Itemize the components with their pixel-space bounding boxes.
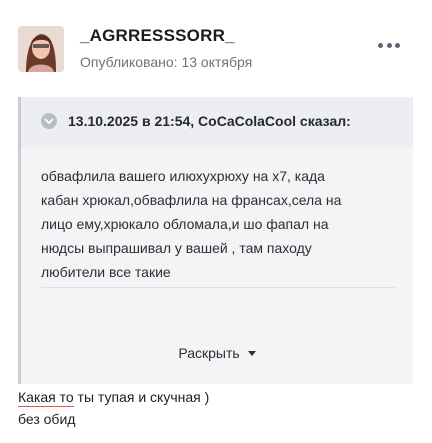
expand-button[interactable]: Раскрыть <box>21 345 413 361</box>
spell-marked-text: Какая то <box>18 389 74 407</box>
quote-header: 13.10.2025 в 21:54, CoCaColaCool сказал: <box>21 97 413 147</box>
more-dot <box>378 42 383 48</box>
more-dot <box>386 42 392 48</box>
quote-line: нюдсы выпрашивал у вашей , там паходу <box>41 240 312 256</box>
quote-block: 13.10.2025 в 21:54, CoCaColaCool сказал:… <box>18 97 413 384</box>
reply-line-2: без обид <box>18 411 76 427</box>
quote-fade <box>21 287 413 347</box>
avatar[interactable] <box>18 26 64 72</box>
author-name[interactable]: _AGRRESSSORR_ <box>80 26 235 46</box>
caret-down-icon <box>247 350 256 356</box>
quote-line: любители все такие <box>41 264 171 280</box>
reply-line-1: Какая то ты тупая и скучная ) <box>18 386 209 408</box>
quote-citation[interactable]: 13.10.2025 в 21:54, CoCaColaCool сказал: <box>68 113 351 129</box>
more-options-icon[interactable] <box>378 38 400 52</box>
avatar-image <box>18 26 64 72</box>
quote-chevron-icon[interactable] <box>41 113 57 129</box>
quote-line: обвафлила вашего илюхухрюху на х7, када <box>41 168 325 184</box>
published-label: Опубликовано: <box>80 54 178 70</box>
quote-line: кабан хрюкал,обвафлила на франсах,села н… <box>41 192 342 208</box>
expand-label: Раскрыть <box>178 345 240 361</box>
published-date: 13 октября <box>181 54 253 70</box>
post-meta: Опубликовано: 13 октября <box>80 54 252 70</box>
reply-line-1-rest: ты тупая и скучная ) <box>73 389 210 405</box>
post-header: _AGRRESSSORR_ Опубликовано: 13 октября <box>18 26 414 74</box>
reply-text: Какая то ты тупая и скучная ) без обид <box>18 386 209 430</box>
quote-line: лицо ему,хрюкало обломала,и шо фапал на <box>41 216 329 232</box>
quote-body: обвафлила вашего илюхухрюху на х7, када … <box>41 164 381 284</box>
more-dot <box>395 42 400 48</box>
